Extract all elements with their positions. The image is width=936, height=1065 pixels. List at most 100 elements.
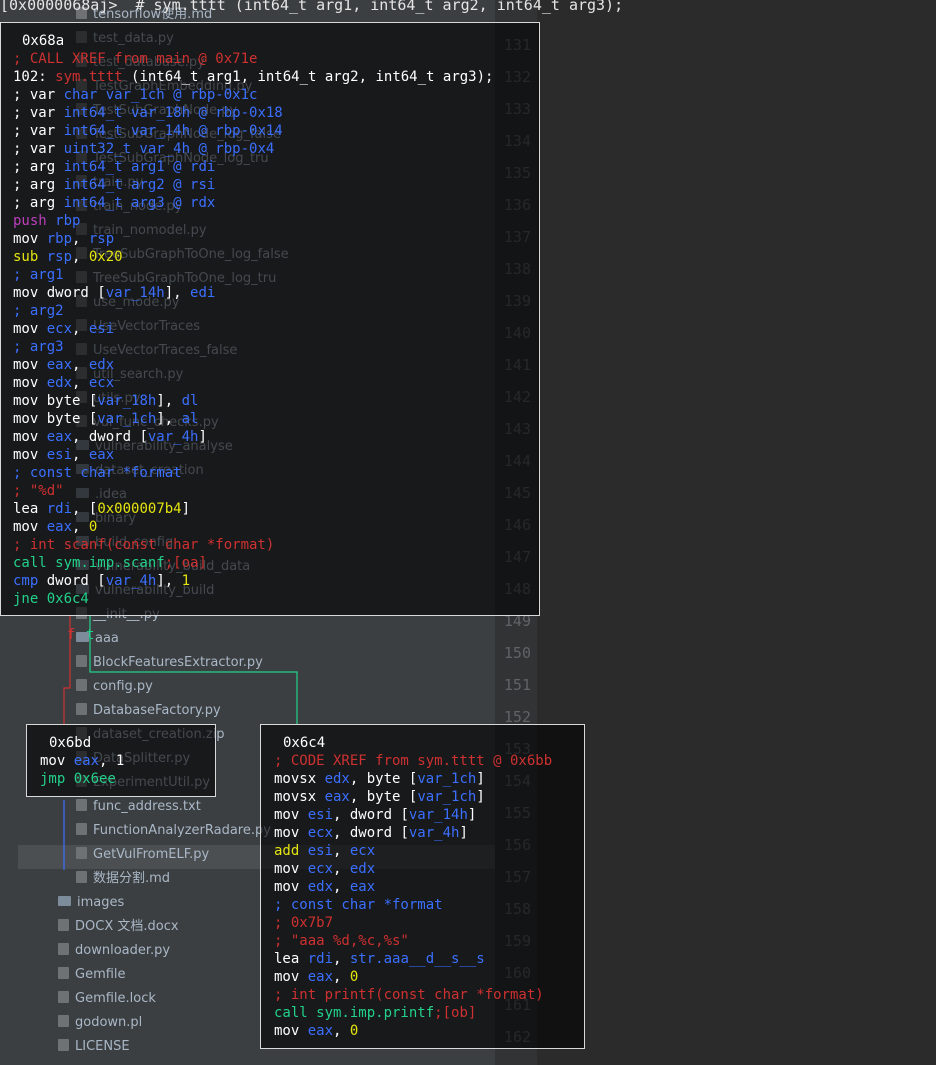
asm-token: var_1ch — [417, 771, 477, 787]
var-at: @ rbp-0x14 — [190, 123, 283, 139]
format-comment: ; const char *format — [274, 897, 443, 913]
asm-token: jne 0x6c4 — [13, 591, 89, 607]
call-printf: call sym.imp.printf — [274, 1005, 435, 1021]
asm-token: , — [333, 951, 350, 967]
function-signature: 102: sym.tttt (int64_t arg1, int64_t arg… — [13, 68, 493, 86]
asm-token: call sym.imp.scanf — [13, 555, 165, 571]
asm-token: mov — [13, 447, 47, 463]
function-name: sym.tttt — [55, 69, 123, 85]
var-decl: int64_t arg2 — [63, 177, 165, 193]
asm-token: ], — [156, 573, 182, 589]
asm-token: , byte [ — [349, 789, 418, 805]
xref-comment: ; CALL XREF from main @ 0x71e — [13, 51, 258, 67]
asm-token: mov — [274, 825, 308, 841]
asm-line: mov byte [var_18h], dl — [13, 392, 198, 410]
asm-line: mov edx, eax — [274, 878, 375, 896]
asm-token: ; const char *format — [13, 465, 182, 481]
asm-token: , — [72, 231, 89, 247]
asm-line: mov eax, dword [var_4h] — [13, 428, 207, 446]
asm-line: mov esi, dword [var_14h] — [274, 806, 476, 824]
asm-token: var_4h — [105, 573, 157, 589]
asm-line: ; arg3 — [13, 338, 64, 356]
asm-token: mov — [13, 231, 47, 247]
var-line: ; arg int64_t arg3 @ rdx — [13, 194, 215, 212]
asm-token: sub — [13, 249, 47, 265]
var-kw: ; arg — [13, 159, 64, 175]
asm-token: var_14h — [408, 807, 468, 823]
asm-token: rdi — [307, 951, 334, 967]
asm-line: mov eax, 0 — [13, 518, 97, 536]
asm-token: ; arg1 — [13, 267, 64, 283]
var-line: ; arg int64_t arg1 @ rdi — [13, 158, 215, 176]
asm-line: mov ecx, edx — [274, 860, 375, 878]
asm-token: rbp — [46, 231, 73, 247]
asm-token: , — [72, 321, 89, 337]
call-comment: ; int printf(const char *format) — [274, 987, 544, 1003]
asm-token: var_1ch — [97, 411, 157, 427]
var-kw: ; arg — [13, 177, 64, 193]
var-kw: ; var — [13, 87, 64, 103]
asm-token: add — [274, 843, 308, 859]
asm-token: var_4h — [408, 825, 460, 841]
asm-reg: eax — [73, 753, 100, 769]
asm-line: mov eax, 0 — [274, 968, 358, 986]
var-line: ; var int64_t var_18h @ rbp-0x18 — [13, 104, 283, 122]
call-ref: ;[ob] — [434, 1005, 477, 1021]
asm-line: jne 0x6c4 — [13, 590, 89, 608]
asm-token: , — [333, 843, 350, 859]
var-at: @ rbp-0x18 — [190, 105, 283, 121]
asm-token: , dword [ — [333, 807, 409, 823]
asm-token: edx — [46, 375, 73, 391]
asm-token: var_1ch — [417, 789, 477, 805]
asm-token: ; "%d" — [13, 483, 64, 499]
asm-line: mov edx, ecx — [13, 374, 114, 392]
var-line: ; arg int64_t arg2 @ rsi — [13, 176, 215, 194]
var-decl: int64_t var_18h — [63, 105, 191, 121]
asm-token: , dword [ — [72, 429, 148, 445]
asm-token: movsx — [274, 789, 325, 805]
node-address: 0x6bd — [49, 735, 92, 751]
asm-line: mov eax, 0 — [274, 1022, 358, 1040]
address-comment: ; 0x7b7 — [274, 915, 334, 931]
asm-token: ] — [181, 501, 191, 517]
asm-line: mov rbp, rsp — [13, 230, 114, 248]
asm-token: , — [72, 447, 89, 463]
asm-token: push — [13, 213, 56, 229]
asm-token: rbp — [55, 213, 81, 229]
asm-token: mov — [274, 861, 308, 877]
asm-token: , — [72, 249, 89, 265]
asm-token: edx — [349, 861, 376, 877]
asm-token: ], — [156, 393, 182, 409]
asm-token: mov — [274, 1023, 308, 1039]
asm-token: ] — [467, 807, 477, 823]
asm-token: mov — [274, 969, 308, 985]
var-line: ; var int64_t var_14h @ rbp-0x14 — [13, 122, 283, 140]
asm-line: mov ecx, dword [var_4h] — [274, 824, 468, 842]
asm-jump: jmp 0x6ee — [40, 771, 116, 787]
asm-line: mov byte [var_1ch], al — [13, 410, 198, 428]
asm-token: mov — [274, 807, 308, 823]
asm-token: esi — [307, 807, 334, 823]
asm-token: lea — [13, 501, 47, 517]
asm-token: eax — [324, 789, 350, 805]
asm-token: eax — [88, 447, 115, 463]
asm-op: mov — [40, 753, 74, 769]
asm-line: mov esi, eax — [13, 446, 114, 464]
asm-line: ; "%d" — [13, 482, 64, 500]
string-comment: ; "aaa %d,%c,%s" — [274, 933, 409, 949]
asm-token: rsp — [46, 249, 73, 265]
var-decl: int64_t arg3 — [63, 195, 165, 211]
asm-line: ; const char *format — [13, 464, 182, 482]
var-at: @ rsi — [164, 177, 216, 193]
var-kw: ; var — [13, 123, 64, 139]
var-kw: ; arg — [13, 195, 64, 211]
asm-token: , — [333, 879, 350, 895]
asm-token: 0 — [88, 519, 98, 535]
var-decl: char var_1ch — [63, 87, 165, 103]
asm-token: ] — [459, 825, 468, 841]
asm-token: dl — [181, 393, 199, 409]
asm-line: ; arg2 — [13, 302, 64, 320]
xref-comment: ; CODE XREF from sym.tttt @ 0x6bb — [274, 753, 553, 769]
asm-token: al — [181, 411, 199, 427]
asm-token: edi — [190, 285, 216, 301]
